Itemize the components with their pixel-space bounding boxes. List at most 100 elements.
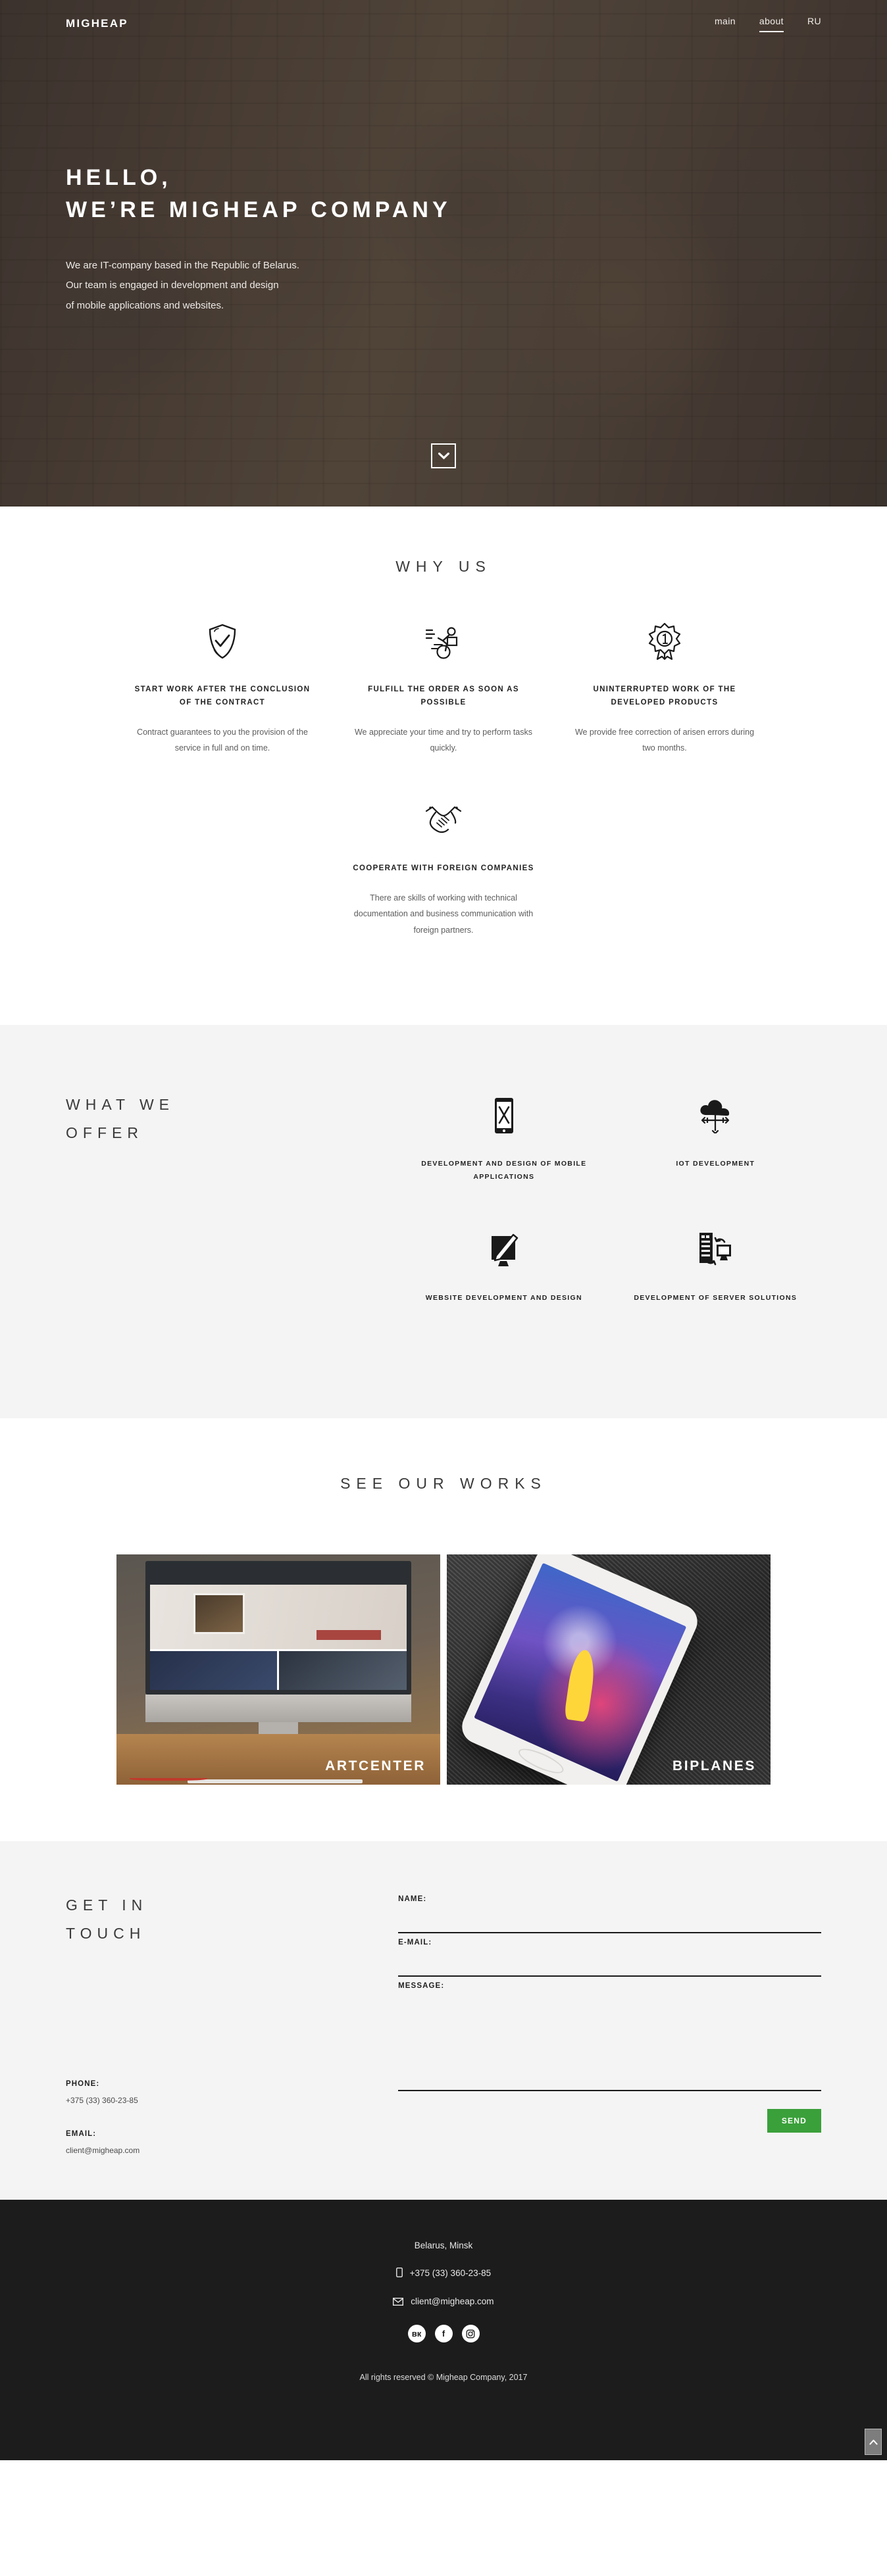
smartphone-icon	[398, 1091, 609, 1141]
offer-title-line-1: WHAT WE	[66, 1096, 175, 1114]
scroll-to-top-button[interactable]	[865, 2429, 882, 2456]
offer-item-label: DEVELOPMENT OF SERVER SOLUTIONS	[634, 1294, 798, 1302]
offer-item[interactable]: DEVELOPMENT OF SERVER SOLUTIONS	[610, 1225, 821, 1305]
contact-section: GET IN TOUCH PHONE: +375 (33) 360-23-85 …	[0, 1841, 887, 2200]
work-card-biplanes[interactable]: BIPLANES	[447, 1554, 771, 1785]
copyright-text: All rights reserved © Migheap Company, 2…	[359, 2373, 528, 2383]
email-field-group: E-MAIL:	[398, 1939, 821, 1977]
game-plane-graphic	[564, 1648, 597, 1722]
instagram-icon[interactable]	[461, 2325, 480, 2343]
offer-heading-block: WHAT WE OFFER	[66, 1091, 398, 1346]
hero-subtitle: We are IT-company based in the Republic …	[66, 256, 821, 316]
chevron-up-icon	[869, 2439, 878, 2444]
footer-email-value: client@migheap.com	[411, 2296, 494, 2307]
works-grid: ARTCENTER BIPLANES	[66, 1554, 821, 1785]
our-works-section: SEE OUR WORKS ARTCENTER BIPLANES	[0, 1418, 887, 1841]
why-us-card-heading: UNINTERRUPTED WORK OF THE DEVELOPED PROD…	[593, 685, 736, 706]
contact-phone-block: PHONE: +375 (33) 360-23-85	[66, 2080, 398, 2105]
work-label-biplanes: BIPLANES	[672, 1758, 756, 1773]
hero-title-line-1: HELLO,	[66, 165, 172, 190]
cloud-iot-icon	[610, 1091, 821, 1141]
message-field-group: MESSAGE:	[398, 1982, 821, 2094]
main-nav: main about RU	[715, 16, 821, 32]
why-us-card: COOPERATE WITH FOREIGN COMPANIES There a…	[333, 797, 554, 938]
shield-check-icon	[130, 618, 315, 665]
scroll-down-button[interactable]	[431, 443, 456, 468]
name-field-label: NAME:	[398, 1895, 427, 1903]
nav-item-ru[interactable]: RU	[807, 16, 821, 32]
contact-title: GET IN TOUCH	[66, 1891, 398, 1947]
imac-screen	[145, 1561, 411, 1695]
artcenter-photo	[116, 1554, 440, 1785]
contact-form: NAME: E-MAIL: MESSAGE: SEND	[398, 1891, 821, 2155]
message-textarea[interactable]	[398, 1992, 821, 2091]
imac-chin	[145, 1695, 411, 1723]
server-sync-icon	[610, 1225, 821, 1275]
hero-subtitle-line-1: We are IT-company based in the Republic …	[66, 259, 299, 271]
footer-location: Belarus, Minsk	[414, 2241, 473, 2251]
iphone-screen	[474, 1562, 687, 1782]
contact-email-label: EMAIL:	[66, 2130, 97, 2139]
hero-subtitle-line-2: Our team is engaged in development and d…	[66, 280, 279, 291]
nav-item-about[interactable]: about	[759, 16, 784, 32]
site-footer: Belarus, Minsk +375 (33) 360-23-85 clien…	[0, 2200, 887, 2461]
imac-site-artwork	[193, 1593, 245, 1635]
facebook-icon[interactable]: f	[434, 2325, 453, 2343]
imac-site-navbar	[150, 1566, 407, 1585]
handshake-icon	[351, 797, 536, 844]
footer-email-line[interactable]: client@migheap.com	[66, 2296, 821, 2308]
work-card-artcenter[interactable]: ARTCENTER	[116, 1554, 440, 1785]
why-us-card: UNINTERRUPTED WORK OF THE DEVELOPED PROD…	[554, 618, 775, 756]
cyclist-delivery-icon	[351, 618, 536, 665]
email-field-label: E-MAIL:	[398, 1938, 432, 1946]
contact-left-column: GET IN TOUCH PHONE: +375 (33) 360-23-85 …	[66, 1891, 398, 2155]
offer-item[interactable]: WEBSITE DEVELOPMENT AND DESIGN	[398, 1225, 609, 1305]
why-us-title: WHY US	[395, 558, 492, 575]
name-input[interactable]	[398, 1905, 821, 1933]
why-us-card-text: Contract guarantees to you the provision…	[137, 727, 308, 753]
nav-item-main[interactable]: main	[715, 16, 736, 32]
award-ribbon-icon	[572, 618, 757, 665]
send-row: SEND	[398, 2108, 821, 2133]
contact-email-block: EMAIL: client@migheap.com	[66, 2130, 398, 2155]
offer-item-label: DEVELOPMENT AND DESIGN OF MOBILE APPLICA…	[421, 1160, 587, 1181]
vk-icon[interactable]: вк	[407, 2325, 426, 2343]
imac-site-cards	[150, 1649, 407, 1691]
contact-email-value[interactable]: client@migheap.com	[66, 2146, 398, 2155]
contact-phone-value[interactable]: +375 (33) 360-23-85	[66, 2096, 398, 2105]
iphone-body	[456, 1554, 703, 1785]
offer-title-line-2: OFFER	[66, 1124, 143, 1141]
why-us-card-heading: START WORK AFTER THE CONCLUSION OF THE C…	[134, 685, 311, 706]
footer-phone-line[interactable]: +375 (33) 360-23-85	[66, 2267, 821, 2279]
footer-contact-column: Belarus, Minsk +375 (33) 360-23-85 clien…	[66, 2241, 821, 2343]
mobile-phone-icon	[395, 2267, 403, 2279]
chevron-down-icon	[438, 452, 449, 459]
why-us-card-heading: FULFILL THE ORDER AS SOON AS POSSIBLE	[368, 685, 519, 706]
why-us-section: WHY US START WORK AFTER THE CONCLUSION O…	[0, 507, 887, 1026]
our-works-title: SEE OUR WORKS	[340, 1474, 547, 1492]
offer-title: WHAT WE OFFER	[66, 1091, 398, 1147]
brand-logo[interactable]: MIGHEAP	[66, 17, 128, 30]
hero-subtitle-line-3: of mobile applications and websites.	[66, 300, 224, 312]
biplanes-photo	[447, 1554, 771, 1785]
why-us-card-text: We provide free correction of arisen err…	[574, 727, 755, 753]
red-cable	[129, 1776, 207, 1781]
contact-info-block: PHONE: +375 (33) 360-23-85 EMAIL: client…	[66, 2080, 398, 2155]
why-us-card-text: We appreciate your time and try to perfo…	[354, 727, 533, 753]
contact-title-line-1: GET IN	[66, 1896, 148, 1914]
offer-item[interactable]: IOT DEVELOPMENT	[610, 1091, 821, 1184]
message-field-label: MESSAGE:	[398, 1981, 445, 1990]
why-us-card: FULFILL THE ORDER AS SOON AS POSSIBLE We…	[333, 618, 554, 756]
imac-site-cta	[317, 1629, 381, 1641]
why-us-card-heading: COOPERATE WITH FOREIGN COMPANIES	[353, 864, 534, 873]
hero-title: HELLO, WE’RE MIGHEAP COMPANY	[66, 162, 821, 227]
why-us-card-text: There are skills of working with technic…	[353, 893, 534, 935]
keyboard	[188, 1779, 363, 1784]
offer-items-grid: DEVELOPMENT AND DESIGN OF MOBILE APPLICA…	[398, 1091, 821, 1346]
offer-item[interactable]: DEVELOPMENT AND DESIGN OF MOBILE APPLICA…	[398, 1091, 609, 1184]
send-button[interactable]: SEND	[767, 2108, 821, 2133]
email-input[interactable]	[398, 1948, 821, 1977]
what-we-offer-section: WHAT WE OFFER DEVELOPMENT AND DESIGN OF …	[0, 1025, 887, 1418]
hero-section: MIGHEAP main about RU HELLO, WE’RE MIGHE…	[0, 0, 887, 507]
why-us-card: START WORK AFTER THE CONCLUSION OF THE C…	[112, 618, 333, 756]
